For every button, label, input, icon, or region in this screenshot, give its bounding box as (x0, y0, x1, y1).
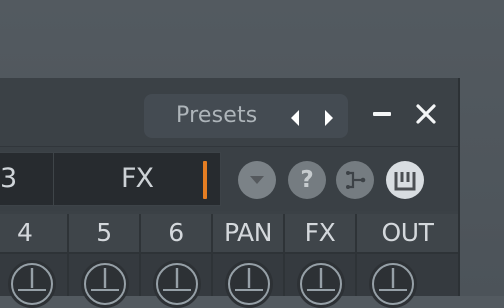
knob-icon (228, 263, 270, 305)
display-marker (203, 161, 207, 199)
minimize-icon (373, 112, 391, 116)
channel-body (213, 254, 285, 308)
channel-label-4: 4 (17, 218, 33, 247)
channel-4-knob[interactable] (8, 260, 56, 308)
channel-body (285, 254, 357, 308)
channel-header: PAN (213, 214, 285, 254)
channel-body (357, 254, 458, 308)
channel-5: 5 (69, 214, 141, 308)
routing-icon (346, 171, 366, 189)
channel-header: OUT (357, 214, 458, 254)
question-icon: ? (300, 166, 314, 193)
help-button[interactable]: ? (288, 161, 326, 199)
midi-icon (394, 172, 416, 191)
right-arrow-icon (325, 110, 333, 126)
knob-icon (156, 263, 198, 305)
channel-out: OUT (357, 214, 458, 308)
channel-row: 4 5 6 PAN FX OUT (0, 214, 458, 308)
channel-body (69, 254, 141, 308)
fx-knob[interactable] (297, 260, 345, 308)
midi-button[interactable] (386, 161, 424, 199)
channel-label-5: 5 (96, 218, 112, 247)
channel-body (0, 254, 69, 308)
channel-label-out: OUT (381, 218, 434, 247)
title-bar: Presets (0, 78, 458, 146)
channel-header: FX (285, 214, 357, 254)
minimize-button[interactable] (369, 100, 397, 128)
knob-icon (300, 263, 342, 305)
channel-label-fx: FX (304, 218, 336, 247)
channel-header: 4 (0, 214, 69, 254)
channel-pan: PAN (213, 214, 285, 308)
presets-selector[interactable]: Presets (144, 94, 348, 138)
dropdown-arrow-icon (250, 176, 264, 184)
previous-preset-button[interactable] (284, 106, 308, 130)
channel-5-knob[interactable] (81, 260, 129, 308)
left-arrow-icon (291, 110, 299, 126)
channel-label-pan: PAN (223, 218, 273, 247)
pan-knob[interactable] (225, 260, 273, 308)
mixer-area: 4 5 6 PAN FX OUT (0, 214, 458, 308)
close-button[interactable] (412, 100, 440, 128)
channel-6-knob[interactable] (153, 260, 201, 308)
next-preset-button[interactable] (316, 106, 340, 130)
channel-4: 4 (0, 214, 69, 308)
presets-label: Presets (176, 103, 258, 128)
knob-icon (84, 263, 126, 305)
knob-icon (11, 263, 53, 305)
toolbar-row: 3 FX ? (0, 146, 458, 211)
channel-fx: FX (285, 214, 357, 308)
knob-icon (372, 263, 414, 305)
close-icon (416, 104, 436, 124)
channel-6: 6 (141, 214, 213, 308)
menu-button[interactable] (238, 161, 276, 199)
channel-label-6: 6 (168, 218, 184, 247)
out-knob[interactable] (369, 260, 417, 308)
display-fx-text: FX (121, 163, 154, 194)
status-display: 3 FX (0, 152, 221, 206)
channel-header: 5 (69, 214, 141, 254)
channel-header: 6 (141, 214, 213, 254)
display-left-cell: 3 (0, 153, 54, 205)
display-left-text: 3 (0, 163, 18, 194)
channel-body (141, 254, 213, 308)
routing-button[interactable] (336, 161, 374, 199)
plugin-window: Presets 3 FX ? 4 5 6 PAN FX OUT (0, 78, 460, 308)
